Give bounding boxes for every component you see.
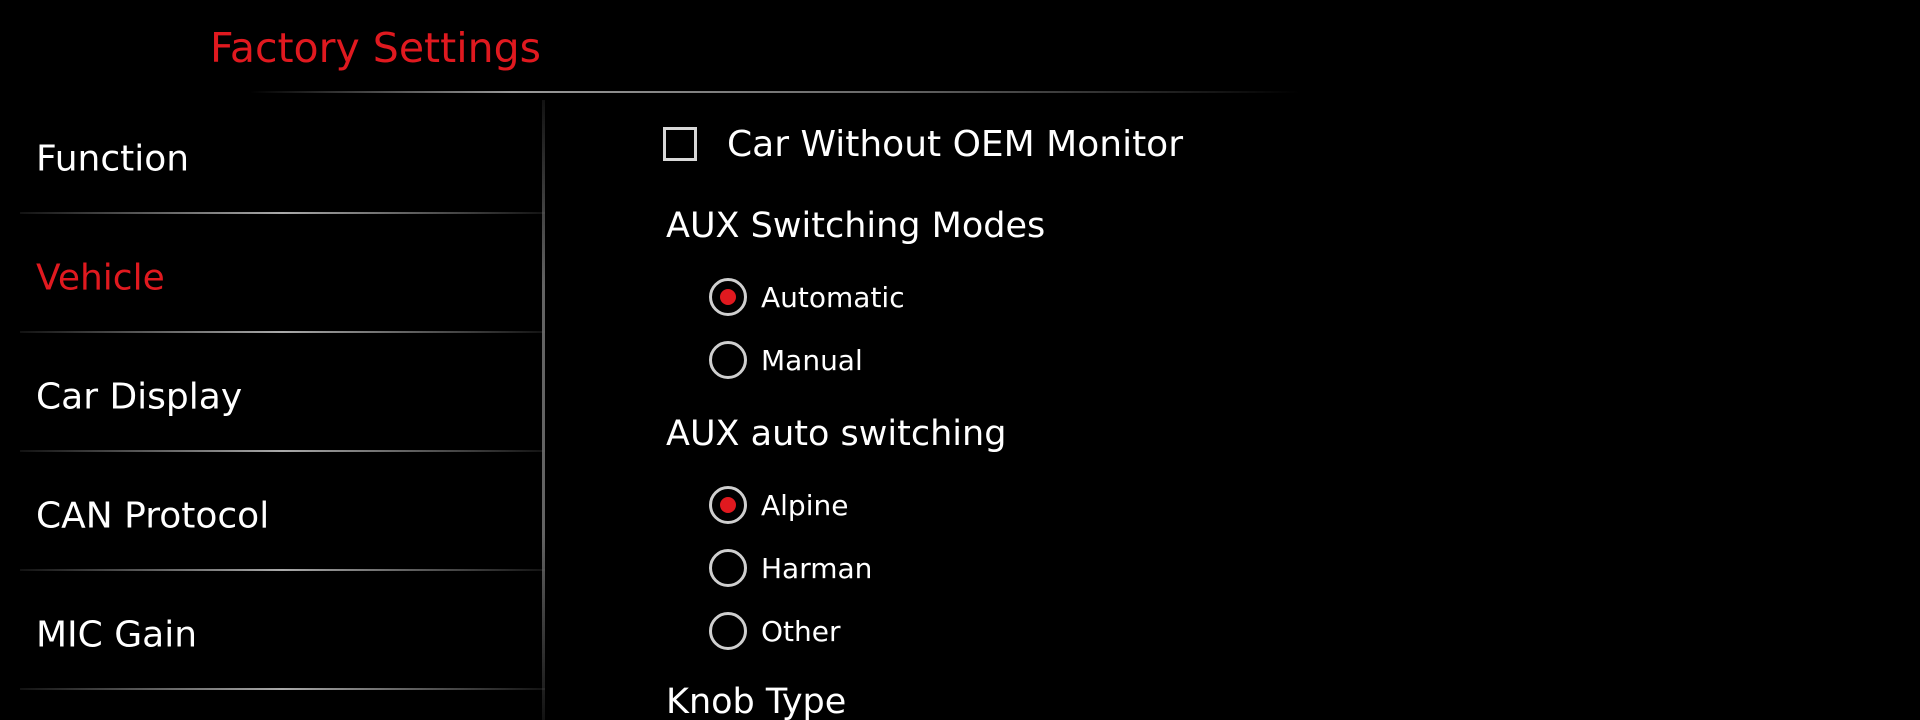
sidebar-item-label: Vehicle xyxy=(36,257,165,299)
radio-manual[interactable]: Manual xyxy=(709,338,863,382)
aux-auto-switching-heading: AUX auto switching xyxy=(666,414,1007,454)
radio-unselected-icon[interactable] xyxy=(709,549,747,587)
radio-unselected-icon[interactable] xyxy=(709,612,747,650)
radio-selected-icon[interactable] xyxy=(709,278,747,316)
factory-settings-screen: Factory Settings Function Vehicle Car Di… xyxy=(0,0,1920,720)
sidebar-divider xyxy=(20,688,545,690)
radio-alpine[interactable]: Alpine xyxy=(709,483,848,527)
sidebar-item-label: Car Display xyxy=(36,376,243,418)
knob-type-heading: Knob Type xyxy=(666,682,847,720)
radio-selected-icon[interactable] xyxy=(709,486,747,524)
vehicle-settings-panel: Car Without OEM Monitor AUX Switching Mo… xyxy=(545,100,1920,720)
radio-automatic[interactable]: Automatic xyxy=(709,275,905,319)
sidebar-item-vehicle[interactable]: Vehicle xyxy=(0,219,545,337)
aux-switching-modes-heading: AUX Switching Modes xyxy=(666,206,1046,246)
radio-label: Manual xyxy=(761,343,863,377)
sidebar-item-car-display[interactable]: Car Display xyxy=(0,338,545,456)
sidebar-divider xyxy=(20,331,545,333)
radio-label: Alpine xyxy=(761,488,849,522)
radio-label: Automatic xyxy=(761,280,905,314)
sidebar-divider xyxy=(20,569,545,571)
sidebar-item-label: CAN Protocol xyxy=(36,495,270,537)
radio-other[interactable]: Other xyxy=(709,609,841,653)
page-title: Factory Settings xyxy=(210,24,541,72)
checkbox-label: Car Without OEM Monitor xyxy=(727,123,1184,165)
title-divider xyxy=(250,91,1300,93)
radio-label: Other xyxy=(761,614,841,648)
radio-unselected-icon[interactable] xyxy=(709,341,747,379)
sidebar: Function Vehicle Car Display CAN Protoco… xyxy=(0,100,545,720)
sidebar-item-label: MIC Gain xyxy=(36,614,198,656)
checkbox-unchecked-icon[interactable] xyxy=(663,127,697,161)
sidebar-item-label: Function xyxy=(36,138,190,180)
radio-harman[interactable]: Harman xyxy=(709,546,872,590)
sidebar-item-function[interactable]: Function xyxy=(0,100,545,218)
sidebar-divider xyxy=(20,212,545,214)
radio-label: Harman xyxy=(761,551,873,585)
sidebar-item-mic-gain[interactable]: MIC Gain xyxy=(0,576,545,694)
car-without-oem-monitor-checkbox[interactable]: Car Without OEM Monitor xyxy=(663,119,1183,169)
sidebar-divider xyxy=(20,450,545,452)
sidebar-item-can-protocol[interactable]: CAN Protocol xyxy=(0,457,545,575)
